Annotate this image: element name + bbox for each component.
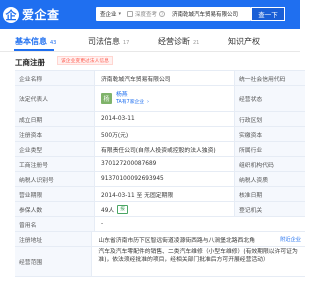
search-button[interactable]: 查一下 <box>251 7 285 21</box>
tab-bar: 基本信息 43 司法信息 17 经营诊断 21 知识产权 <box>0 30 300 52</box>
checkbox-icon <box>127 11 134 17</box>
field-label: 组织机构代码 <box>235 157 305 171</box>
chevron-right-icon: › <box>146 98 149 105</box>
field-label: 行政区划 <box>235 112 305 126</box>
tab-count: 43 <box>50 40 57 46</box>
registered-capital-value: 500万(元) <box>95 127 235 141</box>
established-date-value: 2014-03-11 <box>95 112 235 126</box>
tab-basic-info[interactable]: 基本信息 43 <box>15 36 56 47</box>
business-term-value: 2014-03-11 至 无固定期限 <box>95 187 235 201</box>
table-row: 工商注册号 370127200087689 组织机构代码 <box>15 157 305 172</box>
address-cell: 山东省济南市历下区智远街道凌源街西路与八涧堡北路西北角 附近企业 <box>92 232 305 246</box>
tab-count: 17 <box>123 40 130 46</box>
company-type-value: 有限责任公司(自然人投资或控股的法人独资) <box>95 142 235 156</box>
field-label: 企业名称 <box>15 71 95 85</box>
field-label: 法定代表人 <box>15 86 95 111</box>
deep-search-toggle[interactable]: 深度查考 ? <box>124 10 168 18</box>
logo-text: 爱企查 <box>22 8 60 22</box>
section-title: 工商注册 <box>15 58 45 67</box>
former-name-value: - <box>101 221 104 227</box>
change-notice-banner[interactable]: 该企业变更过法人信息 <box>57 56 113 65</box>
tab-label: 司法信息 <box>88 37 120 46</box>
field-label: 注册地址 <box>15 232 93 246</box>
site-logo[interactable]: 企 爱企查 <box>3 6 60 23</box>
table-row: 注册资本 500万(元) 实缴资本 <box>15 127 305 142</box>
table-row: 参保人数 49人 报 登记机关 <box>15 202 305 217</box>
field-label: 营业期限 <box>15 187 95 201</box>
tab-label: 知识产权 <box>228 37 260 46</box>
field-label: 纳税人识别号 <box>15 172 95 186</box>
table-row: 注册地址 山东省济南市历下区智远街道凌源街西路与八涧堡北路西北角 附近企业 <box>15 232 305 247</box>
table-row: 成立日期 2014-03-11 行政区划 <box>15 112 305 127</box>
table-row: 法定代表人 杨 杨燕 TA有7家企业 › 经营状态 <box>15 86 305 112</box>
tab-label: 经营诊断 <box>158 37 190 46</box>
legal-rep-name-link[interactable]: 杨燕 <box>116 92 149 99</box>
field-label: 登记机关 <box>235 202 305 216</box>
report-tag[interactable]: 报 <box>117 204 128 214</box>
legal-rep-cell: 杨 杨燕 TA有7家企业 › <box>95 86 235 111</box>
table-row: 经营范围 汽车及汽车零配件的销售、二类汽车维修（小型车维修）(有效期限以许可证为… <box>15 247 305 277</box>
field-label: 参保人数 <box>15 202 95 216</box>
search-scope-label: 查企业 <box>100 12 117 18</box>
search-scope-dropdown[interactable]: 查企业 ▾ <box>96 7 124 21</box>
field-label: 纳税人资质 <box>235 172 305 186</box>
deep-search-label: 深度查考 <box>135 12 158 18</box>
insured-count-cell: 49人 报 <box>95 202 235 216</box>
tab-count: 21 <box>193 40 200 46</box>
registration-table: 企业名称 济南乾城汽车贸易有限公司 统一社会信用代码 法定代表人 杨 杨燕 TA… <box>15 70 305 277</box>
top-header: 企 爱企查 查企业 ▾ 深度查考 ? 查一下 <box>0 0 300 29</box>
registration-number-value: 370127200087689 <box>95 157 235 171</box>
tax-id-value: 91370100092693945 <box>95 172 235 186</box>
company-name-value: 济南乾城汽车贸易有限公司 <box>95 71 235 85</box>
field-label: 成立日期 <box>15 112 95 126</box>
tab-business-diagnosis[interactable]: 经营诊断 21 <box>158 36 199 47</box>
table-row: 纳税人识别号 91370100092693945 纳税人资质 <box>15 172 305 187</box>
avatar[interactable]: 杨 <box>101 93 112 104</box>
field-label: 曾用名 <box>15 217 95 231</box>
tab-label: 基本信息 <box>15 37 47 46</box>
logo-mark-icon: 企 <box>3 6 19 23</box>
nearby-companies-link[interactable]: 附近企业 <box>280 236 301 243</box>
table-row: 营业期限 2014-03-11 至 无固定期限 核准日期 <box>15 187 305 202</box>
field-label: 核准日期 <box>235 187 305 201</box>
field-label: 实缴资本 <box>235 127 305 141</box>
field-label: 经营状态 <box>235 86 305 111</box>
related-companies-link[interactable]: TA有7家企业 <box>116 100 144 105</box>
table-row: 曾用名 - <box>15 217 305 232</box>
tab-intellectual-property[interactable]: 知识产权 <box>228 36 260 47</box>
tab-judicial-info[interactable]: 司法信息 17 <box>88 36 129 47</box>
help-icon[interactable]: ? <box>159 11 166 17</box>
field-label: 所属行业 <box>235 142 305 156</box>
search-input[interactable] <box>168 7 251 21</box>
search-box: 查企业 ▾ 深度查考 ? <box>96 7 251 21</box>
field-label: 企业类型 <box>15 142 95 156</box>
chevron-down-icon: ▾ <box>118 11 122 17</box>
table-row: 企业名称 济南乾城汽车贸易有限公司 统一社会信用代码 <box>15 71 305 86</box>
insured-count-value: 49人 <box>101 207 115 214</box>
field-label: 经营范围 <box>15 247 93 276</box>
active-tab-indicator <box>14 49 54 51</box>
field-label: 注册资本 <box>15 127 95 141</box>
field-label: 统一社会信用代码 <box>235 71 305 85</box>
business-scope-value: 汽车及汽车零配件的销售、二类汽车维修（小型车维修）(有效期限以许可证为准)，依法… <box>98 249 298 263</box>
table-row: 企业类型 有限责任公司(自然人投资或控股的法人独资) 所属行业 <box>15 142 305 157</box>
address-value: 山东省济南市历下区智远街道凌源街西路与八涧堡北路西北角 <box>98 237 255 244</box>
field-label: 工商注册号 <box>15 157 95 171</box>
